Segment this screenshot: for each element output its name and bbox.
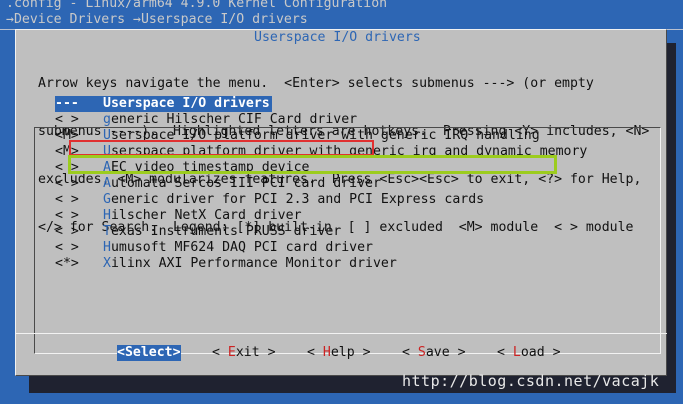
button-label: xit > xyxy=(235,345,276,360)
menu-item-label: ilscher NetX Card driver xyxy=(110,208,302,223)
button-label: elect> xyxy=(132,345,181,360)
red-annotation-box xyxy=(69,140,374,156)
menu-item-mf624[interactable]: < > Humusoft MF624 DAQ PCI card driver xyxy=(55,240,587,256)
menu-item-xilinx-apm[interactable]: <*> Xilinx AXI Performance Monitor drive… xyxy=(55,256,587,272)
watermark: http://blog.csdn.net/vacajk xyxy=(402,372,660,390)
button-bar: <Select> < Exit > < Help > < Save > < Lo… xyxy=(0,345,683,361)
config-title-line: .config - Linux/arm64 4.9.0 Kernel Confi… xyxy=(6,0,388,11)
menu-item-label: Userspace I/O drivers xyxy=(103,96,270,111)
menu-item-hotkey: A xyxy=(103,176,111,191)
button-bracket: < xyxy=(212,345,228,360)
breadcrumb: →Device Drivers →Userspace I/O drivers xyxy=(6,12,308,27)
menu-item-label: exas Instruments PRUSS driver xyxy=(110,224,342,239)
menu-item-hotkey: H xyxy=(103,208,111,223)
help-line: Arrow keys navigate the menu. <Enter> se… xyxy=(38,76,594,91)
select-button[interactable]: <Select> xyxy=(117,345,181,361)
button-bracket: < xyxy=(117,345,125,360)
load-button[interactable]: < Load > xyxy=(497,345,561,361)
menu-list: --- Userspace I/O drivers < > generic Hi… xyxy=(55,96,587,272)
menu-item-mark: < > xyxy=(55,224,87,239)
button-bracket: < xyxy=(402,345,418,360)
menu-item-label: ilinx AXI Performance Monitor driver xyxy=(110,256,397,271)
menu-item-header[interactable]: --- Userspace I/O drivers xyxy=(55,96,587,112)
button-label: ave > xyxy=(425,345,466,360)
menu-item-label: utomata Sercos III PCI card driver xyxy=(110,176,381,191)
menu-item-pci-generic[interactable]: < > Generic driver for PCI 2.3 and PCI E… xyxy=(55,192,587,208)
button-label: oad > xyxy=(520,345,561,360)
button-hotkey: S xyxy=(417,345,426,360)
button-hotkey: H xyxy=(322,345,331,360)
menu-item-mark: < > xyxy=(55,208,87,223)
save-button[interactable]: < Save > xyxy=(402,345,466,361)
green-annotation-box xyxy=(68,155,557,174)
button-bracket: < xyxy=(307,345,323,360)
button-bracket: < xyxy=(497,345,513,360)
menu-item-hotkey: g xyxy=(103,112,111,127)
menu-item-mark: < > xyxy=(55,192,87,207)
button-hotkey: L xyxy=(512,345,521,360)
menu-item-label: eneric Hilscher CIF Card driver xyxy=(110,112,358,127)
menu-item-label: eneric driver for PCI 2.3 and PCI Expres… xyxy=(110,192,485,207)
menu-item-hilscher-cif[interactable]: < > generic Hilscher CIF Card driver xyxy=(55,112,587,128)
menu-item-mark: --- xyxy=(55,96,87,111)
menu-item-hotkey: T xyxy=(103,224,111,239)
exit-button[interactable]: < Exit > xyxy=(212,345,276,361)
help-button[interactable]: < Help > xyxy=(307,345,371,361)
menu-item-hotkey: G xyxy=(103,192,111,207)
menu-item-mark: <*> xyxy=(55,256,87,271)
menu-item-hotkey: H xyxy=(103,240,111,255)
menu-item-mark: < > xyxy=(55,112,87,127)
menu-item-sercos3[interactable]: < > Automata Sercos III PCI card driver xyxy=(55,176,587,192)
menu-item-mark: < > xyxy=(55,240,87,255)
menu-item-netx[interactable]: < > Hilscher NetX Card driver xyxy=(55,208,587,224)
button-divider xyxy=(15,333,667,334)
menu-item-hotkey: X xyxy=(103,256,111,271)
menu-item-pruss[interactable]: < > Texas Instruments PRUSS driver xyxy=(55,224,587,240)
button-hotkey: S xyxy=(124,345,133,360)
button-label: elp > xyxy=(330,345,371,360)
menu-item-label: umusoft MF624 DAQ PCI card driver xyxy=(110,240,373,255)
button-hotkey: E xyxy=(227,345,236,360)
menu-item-mark: < > xyxy=(55,176,87,191)
